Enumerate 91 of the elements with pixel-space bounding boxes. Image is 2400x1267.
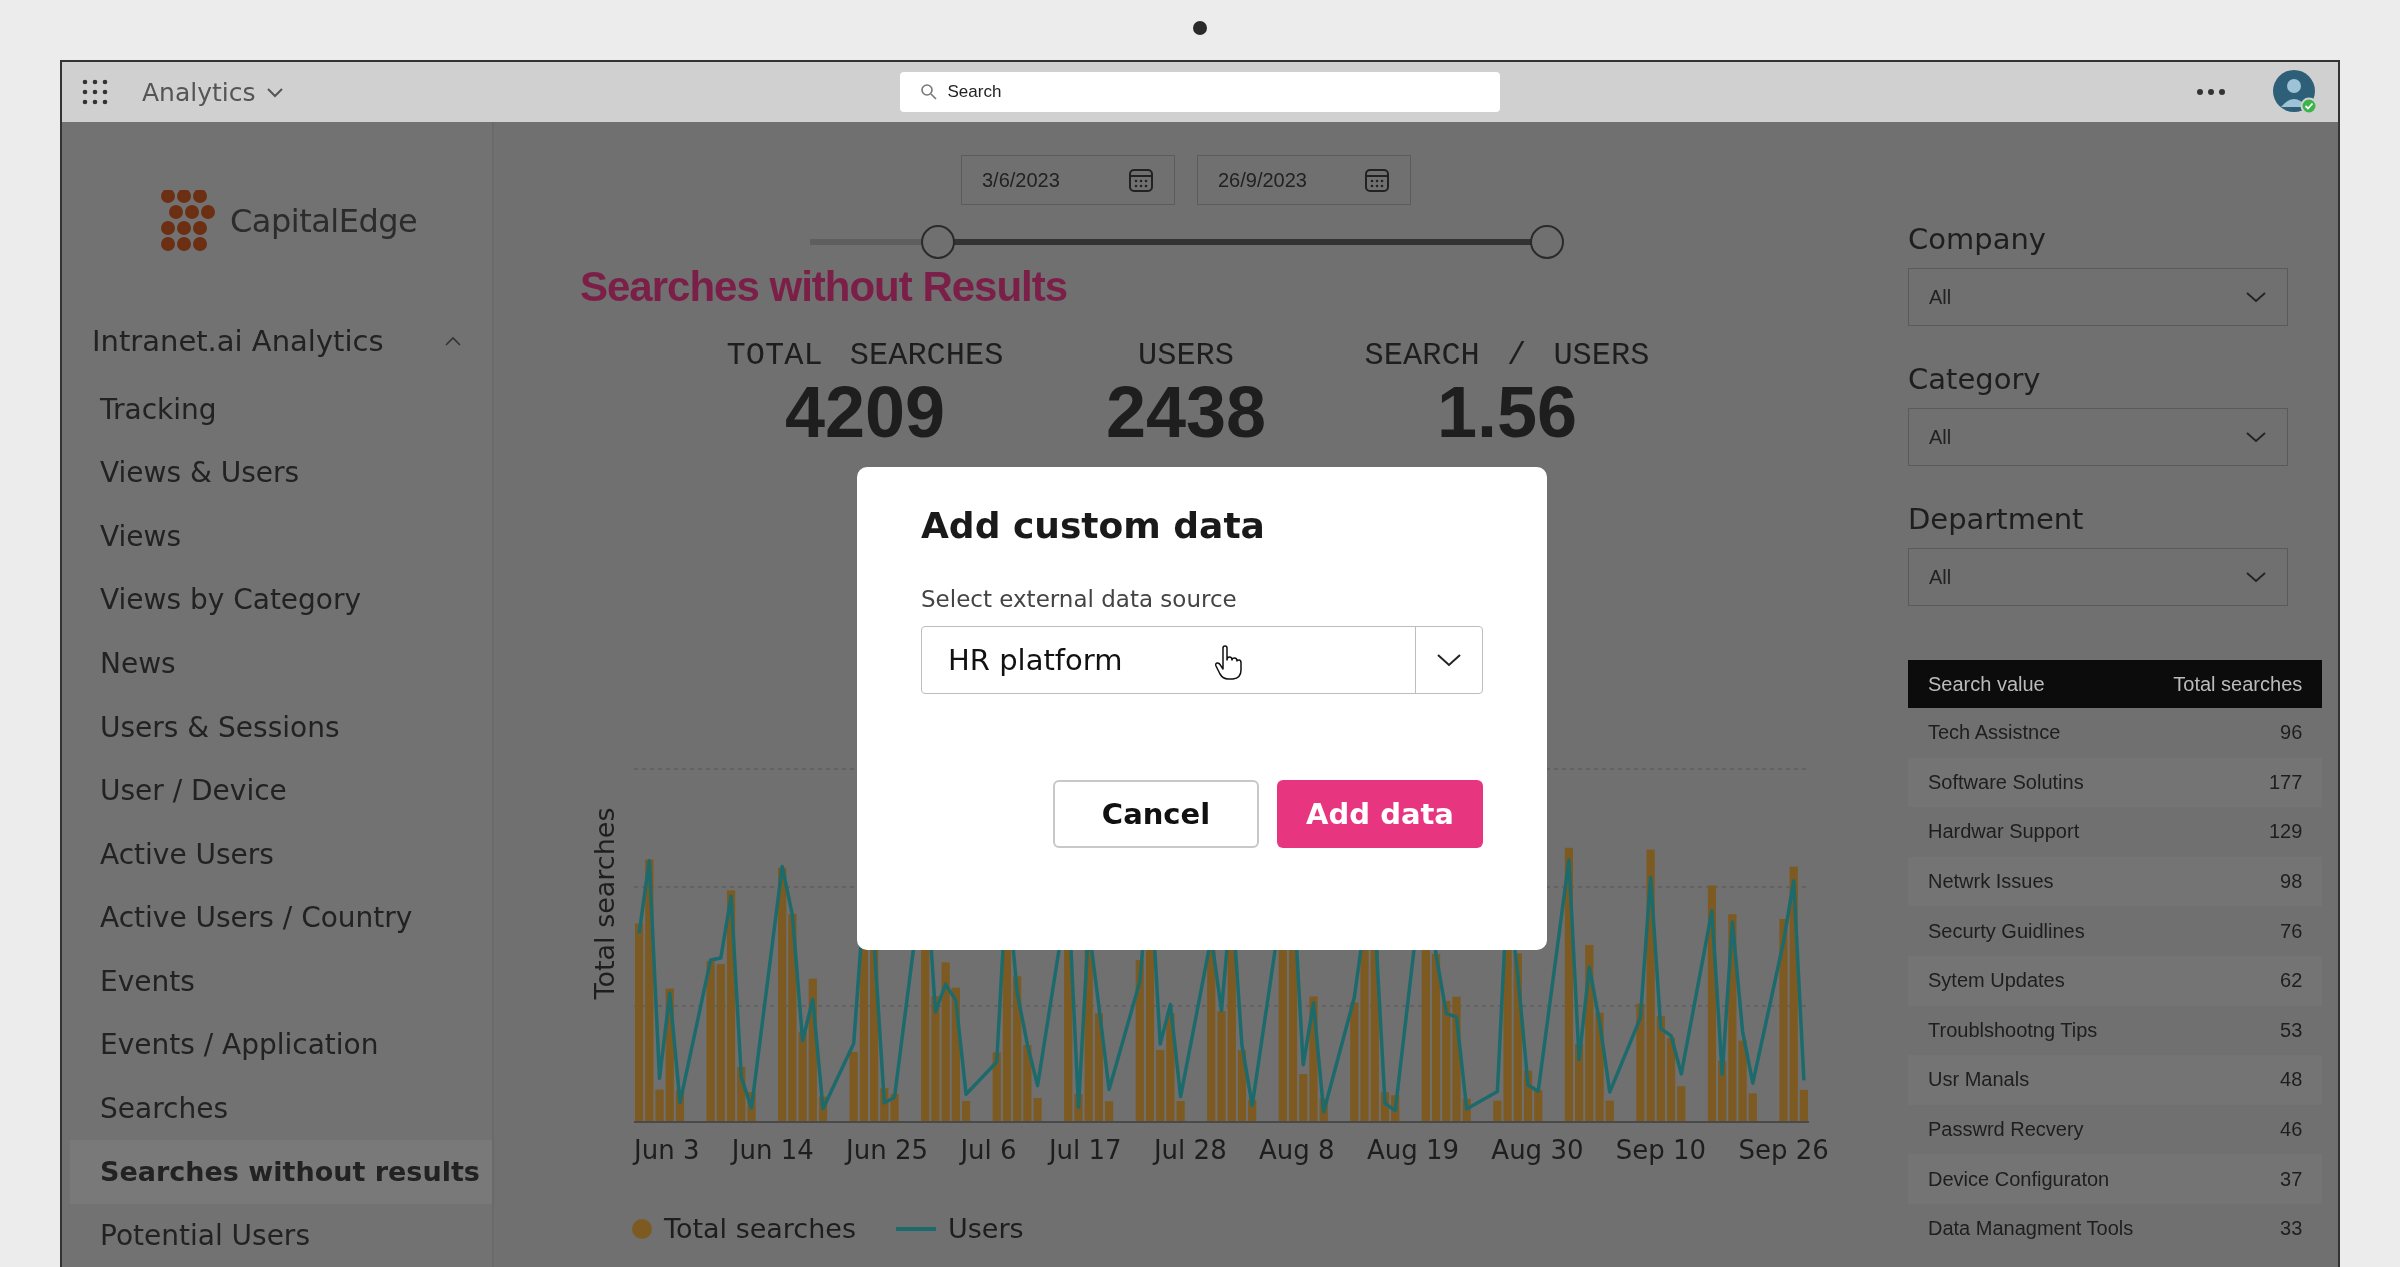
table-cell: Tech Assistnce — [1908, 708, 2154, 758]
nav-item[interactable]: Searches without results — [70, 1140, 492, 1204]
table-cell: 96 — [2153, 708, 2323, 758]
more-icon[interactable] — [2196, 88, 2226, 96]
table-cell: Hardwar Support — [1908, 807, 2154, 857]
stat-value: 1.56 — [1436, 376, 1578, 448]
nav-item[interactable]: Searches — [70, 1076, 492, 1140]
logo-text: CapitalEdge — [230, 202, 418, 240]
calendar-icon — [1128, 167, 1154, 193]
legend-label: Users — [948, 1213, 1024, 1244]
stat-value: 2438 — [1105, 376, 1267, 448]
axis-label: Sep 10 — [1615, 1135, 1707, 1165]
add-data-button[interactable]: Add data — [1277, 780, 1483, 848]
search-field[interactable]: Search — [899, 72, 1500, 112]
nav-item[interactable]: Potential Users — [70, 1203, 492, 1267]
filter-dropdown[interactable]: All — [1908, 548, 2288, 606]
stat-value: 4209 — [784, 376, 946, 448]
table-cell: Device Configuraton — [1908, 1154, 2154, 1204]
nav-item[interactable]: News — [70, 631, 492, 696]
chevron-down-icon — [2245, 431, 2267, 443]
filter-dropdown[interactable]: All — [1908, 408, 2288, 466]
axis-label: Jul 17 — [1048, 1135, 1122, 1165]
app-menu[interactable]: Analytics — [142, 77, 284, 107]
table-cell: 33 — [2153, 1203, 2323, 1254]
search-icon — [919, 83, 938, 101]
filter-label: Company — [1908, 222, 2047, 256]
axis-label: Aug 8 — [1259, 1135, 1335, 1165]
app-grid-icon[interactable] — [82, 79, 108, 105]
dialog-title: Add custom data — [921, 505, 1265, 546]
table-cell: Software Solutins — [1908, 757, 2154, 808]
table-cell: 76 — [2153, 906, 2323, 956]
nav-item[interactable]: Events — [70, 949, 492, 1013]
filter-label: Department — [1908, 502, 2085, 536]
hand-cursor-icon — [1214, 645, 1242, 681]
nav-item[interactable]: Views — [70, 504, 492, 569]
axis-label: Jun 25 — [846, 1135, 929, 1165]
stat-label: SEARCH / USERS — [1364, 337, 1650, 374]
table-cell: 37 — [2153, 1154, 2323, 1204]
nav-item[interactable]: Active Users / Country — [70, 885, 492, 950]
axis-label: Jul 28 — [1153, 1135, 1227, 1165]
column-header: Total searches — [2153, 660, 2323, 708]
table-cell: Sytem Updates — [1908, 955, 2154, 1006]
table-cell: 177 — [2153, 757, 2323, 808]
table-cell: Netwrk Issues — [1908, 856, 2154, 907]
nav-item[interactable]: User / Device — [70, 758, 492, 823]
axis-label: Jul 6 — [960, 1135, 1017, 1165]
chevron-down-icon — [265, 86, 284, 98]
axis-label: Aug 30 — [1491, 1135, 1584, 1165]
table-cell: Passwrd Recvery — [1908, 1104, 2154, 1155]
cancel-button[interactable]: Cancel — [1053, 780, 1259, 848]
nav-item[interactable]: Users & Sessions — [70, 695, 492, 759]
table-cell: 53 — [2153, 1005, 2323, 1056]
stat-label: USERS — [1138, 337, 1234, 374]
table-cell: Securty Guidlines — [1908, 906, 2154, 956]
table-cell: 46 — [2153, 1104, 2323, 1155]
source-dropdown[interactable]: HR platform — [921, 626, 1483, 694]
page-title: Searches without Results — [580, 263, 1068, 311]
column-header: Search value — [1908, 660, 2154, 708]
table-cell: Data Managment Tools — [1908, 1203, 2154, 1254]
chevron-down-icon — [2245, 571, 2267, 583]
legend-label: Total searches — [664, 1213, 856, 1244]
chevron-down-icon — [1436, 653, 1462, 667]
table-cell: Usr Manals — [1908, 1055, 2154, 1105]
avatar-icon[interactable] — [2272, 69, 2318, 115]
slider-thumb[interactable] — [1530, 225, 1565, 259]
field-label: Select external data source — [921, 586, 1237, 612]
axis-label: Jun 3 — [634, 1135, 700, 1165]
table-cell: Troublshootng Tips — [1908, 1005, 2154, 1056]
table-cell: 62 — [2153, 955, 2323, 1006]
nav-item[interactable]: Active Users — [70, 822, 492, 886]
slider-thumb[interactable] — [920, 225, 955, 259]
nav-item[interactable]: Tracking — [70, 377, 492, 442]
filter-label: Category — [1908, 362, 2042, 396]
calendar-icon — [1364, 167, 1390, 193]
axis-label: Aug 19 — [1366, 1135, 1460, 1165]
stat-label: TOTAL SEARCHES — [726, 337, 1004, 374]
table-cell: 98 — [2153, 856, 2323, 907]
table-cell: 48 — [2153, 1055, 2323, 1105]
date-field[interactable]: 26/9/2023 — [1197, 155, 1411, 205]
nav-item[interactable]: Views & Users — [70, 441, 492, 505]
nav-item[interactable]: Events / Application — [70, 1012, 492, 1077]
nav-section-header[interactable]: Intranet.ai Analytics — [62, 314, 462, 368]
axis-label: Sep 26 — [1738, 1135, 1829, 1165]
filter-dropdown[interactable]: All — [1908, 268, 2288, 326]
axis-title: Total searches — [588, 807, 620, 1000]
axis-label: Jun 14 — [731, 1135, 814, 1165]
date-field[interactable]: 3/6/2023 — [961, 155, 1175, 205]
table-cell: 129 — [2153, 807, 2323, 857]
chevron-down-icon — [2245, 291, 2267, 303]
camera-icon — [1192, 20, 1208, 36]
nav-item[interactable]: Views by Category — [70, 568, 492, 632]
